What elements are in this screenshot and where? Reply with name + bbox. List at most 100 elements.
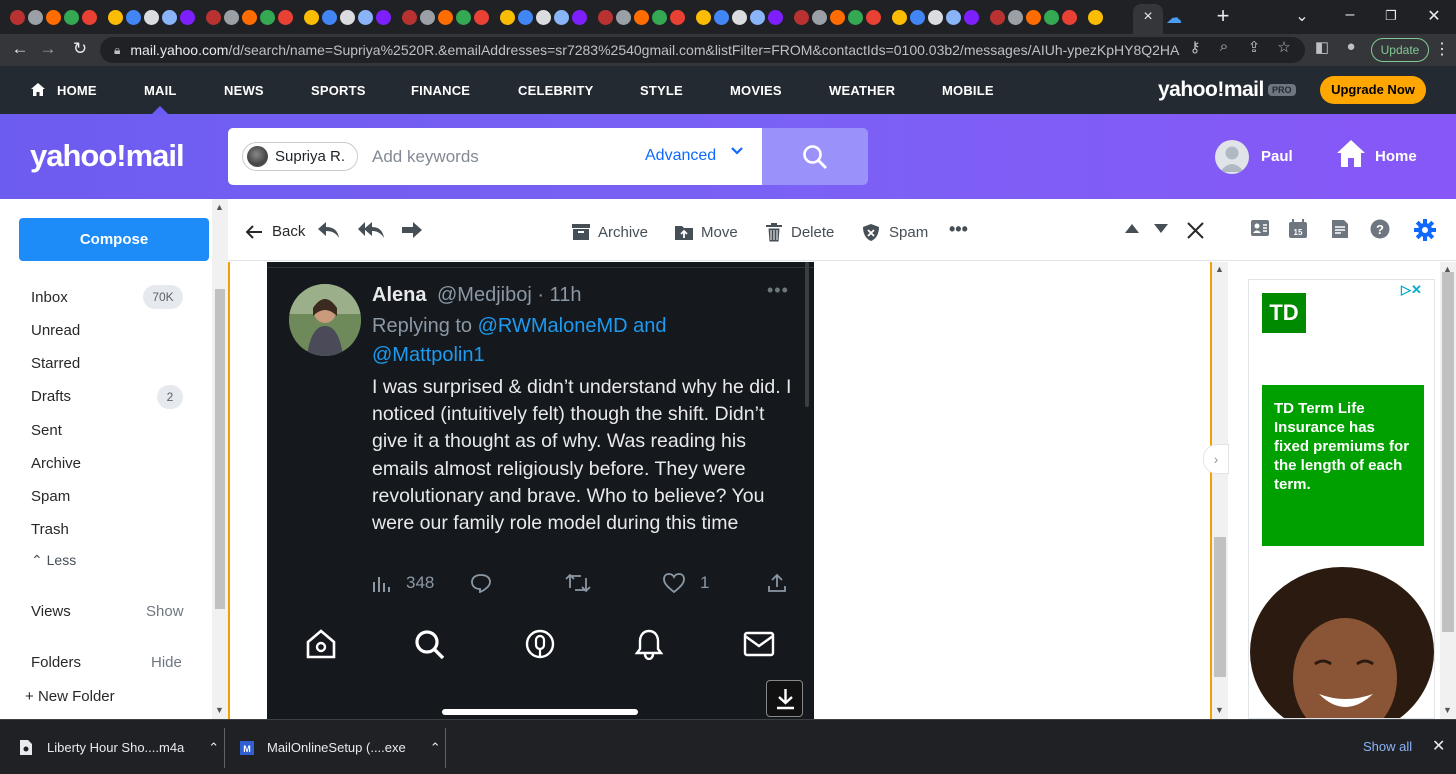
- tab-favicon-icon[interactable]: [358, 9, 373, 25]
- profile-icon[interactable]: ●: [1341, 38, 1361, 55]
- tab-favicon-icon[interactable]: [1088, 9, 1103, 25]
- tab-favicon-icon[interactable]: [848, 9, 863, 25]
- tab-favicon-icon[interactable]: [322, 9, 337, 25]
- folder-trash[interactable]: Trash: [31, 521, 69, 538]
- search-contact-chip[interactable]: Supriya R.: [242, 142, 359, 171]
- contacts-icon[interactable]: [1250, 219, 1270, 237]
- folder-spam[interactable]: Spam: [31, 488, 70, 505]
- tab-favicon-icon[interactable]: [652, 9, 667, 25]
- message-scrollbar[interactable]: ▲ ▼: [1212, 262, 1228, 719]
- tab-favicon-icon[interactable]: [180, 9, 195, 25]
- tab-favicon-icon[interactable]: [616, 9, 631, 25]
- tab-favicon-icon[interactable]: [928, 9, 943, 25]
- tab-favicon-icon[interactable]: [1008, 9, 1023, 25]
- folder-sent[interactable]: Sent: [31, 422, 62, 439]
- td-advertisement[interactable]: TD ▷✕ TD Term Life Insurance has fixed p…: [1248, 279, 1435, 719]
- tab-favicon-icon[interactable]: [456, 9, 471, 25]
- move-button[interactable]: Move: [674, 223, 738, 241]
- tab-search-chevron-icon[interactable]: ⌄: [1292, 6, 1312, 26]
- scroll-up-arrow[interactable]: ▲: [1215, 264, 1224, 274]
- tab-favicon-icon[interactable]: [28, 9, 43, 25]
- tab-favicon-icon[interactable]: [750, 9, 765, 25]
- back-arrow-icon[interactable]: ←: [8, 39, 32, 59]
- home-link[interactable]: Home: [1375, 148, 1417, 165]
- spam-button[interactable]: Spam: [862, 223, 928, 242]
- url-field[interactable]: 🔒︎ mail.yahoo.com/d/search/name=Supriya%…: [100, 37, 1305, 63]
- nav-weather[interactable]: WEATHER: [829, 83, 895, 98]
- browser-menu-icon[interactable]: ⋮: [1434, 39, 1450, 59]
- tab-favicon-icon[interactable]: [82, 9, 97, 25]
- tab-favicon-icon[interactable]: [304, 9, 319, 25]
- nav-sports[interactable]: SPORTS: [311, 83, 366, 98]
- active-tab-close-button[interactable]: ×: [1133, 4, 1163, 34]
- scroll-down-arrow[interactable]: ▼: [1215, 705, 1224, 715]
- image-download-button[interactable]: [766, 680, 803, 717]
- next-message-button[interactable]: [1154, 224, 1168, 233]
- sidebar-scrollbar[interactable]: ▲ ▼: [212, 199, 228, 719]
- more-actions-button[interactable]: •••: [949, 219, 968, 240]
- advanced-search-link[interactable]: Advanced: [645, 147, 716, 165]
- folder-inbox[interactable]: Inbox: [31, 289, 68, 306]
- back-button[interactable]: Back: [246, 223, 305, 240]
- update-button[interactable]: Update: [1371, 38, 1429, 62]
- tab-favicon-icon[interactable]: [518, 9, 533, 25]
- message-scroll-thumb[interactable]: [1214, 537, 1226, 677]
- show-all-downloads-button[interactable]: Show all: [1363, 739, 1412, 754]
- tab-favicon-icon[interactable]: [420, 9, 435, 25]
- tab-favicon-icon[interactable]: [892, 9, 907, 25]
- chevron-up-icon[interactable]: ⌃: [208, 740, 219, 756]
- nav-home[interactable]: HOME: [57, 83, 97, 98]
- tab-favicon-icon[interactable]: [990, 9, 1005, 25]
- tab-favicon-icon[interactable]: [108, 9, 123, 25]
- chevron-down-icon[interactable]: [730, 144, 744, 163]
- tab-favicon-icon[interactable]: [1044, 9, 1059, 25]
- tab-favicon-icon[interactable]: [162, 9, 177, 25]
- nav-style[interactable]: STYLE: [640, 83, 683, 98]
- scroll-down-arrow[interactable]: ▼: [1443, 705, 1452, 715]
- download-item-exe[interactable]: M MailOnlineSetup (....exe ⌃: [240, 720, 441, 774]
- tab-favicon-icon[interactable]: [1026, 9, 1041, 25]
- tab-favicon-icon[interactable]: [536, 9, 551, 25]
- tab-favicon-icon[interactable]: [866, 9, 881, 25]
- folder-archive[interactable]: Archive: [31, 455, 81, 472]
- tab-favicon-icon[interactable]: [402, 9, 417, 25]
- bookmark-star-icon[interactable]: ☆: [1274, 38, 1294, 56]
- tab-favicon-icon[interactable]: [910, 9, 925, 25]
- tab-favicon-icon[interactable]: [572, 9, 587, 25]
- minimize-button[interactable]: –: [1340, 6, 1360, 24]
- cloud-icon[interactable]: ☁: [1166, 8, 1186, 28]
- zoom-icon[interactable]: ⌕: [1214, 38, 1234, 55]
- previous-message-button[interactable]: [1125, 224, 1139, 233]
- reply-button[interactable]: [317, 220, 341, 240]
- tab-favicon-icon[interactable]: [598, 9, 613, 25]
- folder-starred[interactable]: Starred: [31, 355, 80, 372]
- yahoo-mail-nav-logo[interactable]: yahoo!mail: [1158, 78, 1264, 102]
- user-avatar[interactable]: [1215, 140, 1249, 174]
- rail-scrollbar[interactable]: ▲ ▼: [1440, 262, 1456, 719]
- tab-favicon-icon[interactable]: [126, 9, 141, 25]
- keywords-input[interactable]: [372, 147, 612, 167]
- tab-favicon-icon[interactable]: [10, 9, 25, 25]
- gear-icon[interactable]: [1414, 219, 1436, 241]
- tab-favicon-icon[interactable]: [224, 9, 239, 25]
- archive-button[interactable]: Archive: [571, 223, 648, 241]
- tab-favicon-icon[interactable]: [1062, 9, 1077, 25]
- tab-favicon-icon[interactable]: [696, 9, 711, 25]
- tab-favicon-icon[interactable]: [830, 9, 845, 25]
- download-item-m4a[interactable]: Liberty Hour Sho....m4a ⌃: [20, 720, 219, 774]
- share-icon[interactable]: ⇪: [1244, 38, 1264, 56]
- sidebar-scroll-thumb[interactable]: [215, 289, 225, 609]
- new-folder-button[interactable]: + New Folder: [25, 688, 115, 705]
- tab-favicon-icon[interactable]: [768, 9, 783, 25]
- calendar-icon[interactable]: 15: [1288, 219, 1308, 239]
- tab-favicon-icon[interactable]: [64, 9, 79, 25]
- yahoo-mail-logo[interactable]: yahoo!mail: [30, 138, 185, 174]
- folder-drafts[interactable]: Drafts: [31, 388, 71, 405]
- close-window-button[interactable]: ✕: [1424, 6, 1444, 26]
- nav-celebrity[interactable]: CELEBRITY: [518, 83, 593, 98]
- upgrade-now-button[interactable]: Upgrade Now: [1320, 76, 1426, 104]
- key-icon[interactable]: ⚷: [1185, 38, 1205, 56]
- less-toggle[interactable]: ⌃ Less: [31, 552, 76, 569]
- help-icon[interactable]: ?: [1370, 219, 1390, 239]
- notepad-icon[interactable]: [1331, 219, 1349, 239]
